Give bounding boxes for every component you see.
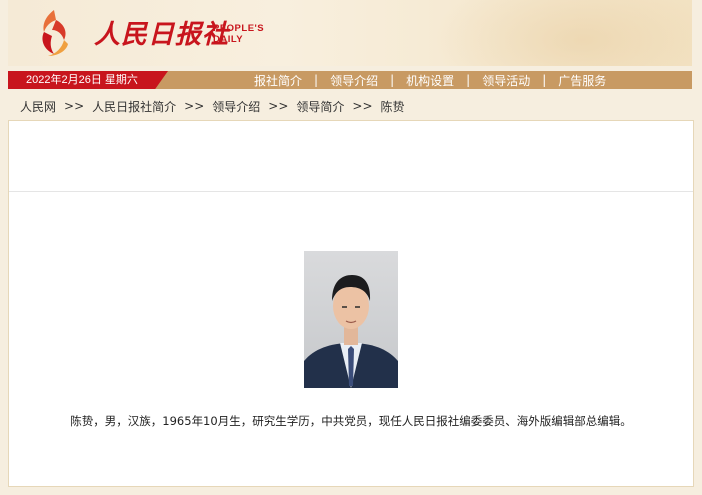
current-date: 2022年2月26日 星期六 [8, 71, 168, 89]
header-banner: 人民日报社 PEOPLE'S DAILY [8, 0, 692, 66]
nav-separator: | [466, 73, 471, 87]
breadcrumb-separator: >> [64, 99, 85, 113]
nav-link-advertising[interactable]: 广告服务 [558, 72, 606, 89]
logo-chinese-text[interactable]: 人民日报社 [94, 14, 229, 51]
breadcrumb-leader-profiles[interactable]: 领导简介 [296, 98, 344, 115]
nav-links: 报社简介 | 领导介绍 | 机构设置 | 领导活动 | 广告服务 [254, 71, 606, 89]
logo-en-line1: PEOPLE'S [213, 23, 265, 34]
main-nav-bar: 2022年2月26日 星期六 报社简介 | 领导介绍 | 机构设置 | 领导活动… [8, 71, 692, 89]
breadcrumb-current: 陈贽 [380, 99, 405, 114]
breadcrumb-people-net[interactable]: 人民网 [20, 98, 56, 115]
logo-english-text[interactable]: PEOPLE'S DAILY [213, 23, 273, 45]
profile-bio: 陈贽，男，汉族，1965年10月生，研究生学历，中共党员，现任人民日报社编委委员… [70, 414, 632, 428]
panel-divider [9, 191, 693, 192]
logo-en-line2: DAILY [213, 34, 244, 45]
breadcrumb-separator: >> [184, 99, 205, 113]
breadcrumb-separator: >> [352, 99, 373, 113]
breadcrumb-about[interactable]: 人民日报社简介 [92, 98, 176, 115]
breadcrumb-leaders[interactable]: 领导介绍 [212, 98, 260, 115]
nav-separator: | [390, 73, 395, 87]
nav-link-about[interactable]: 报社简介 [254, 72, 302, 89]
people-daily-logo-icon[interactable] [34, 8, 74, 58]
content-panel: 陈贽，男，汉族，1965年10月生，研究生学历，中共党员，现任人民日报社编委委员… [8, 120, 694, 487]
portrait-photo [304, 251, 398, 388]
portrait-illustration [304, 275, 398, 388]
breadcrumb: 人民网 >> 人民日报社简介 >> 领导介绍 >> 领导简介 >> 陈贽 [20, 98, 405, 114]
breadcrumb-separator: >> [268, 99, 289, 113]
nav-separator: | [542, 73, 547, 87]
nav-link-leaders[interactable]: 领导介绍 [330, 72, 378, 89]
nav-link-organization[interactable]: 机构设置 [406, 72, 454, 89]
nav-separator: | [314, 73, 319, 87]
nav-link-leader-activities[interactable]: 领导活动 [482, 72, 530, 89]
